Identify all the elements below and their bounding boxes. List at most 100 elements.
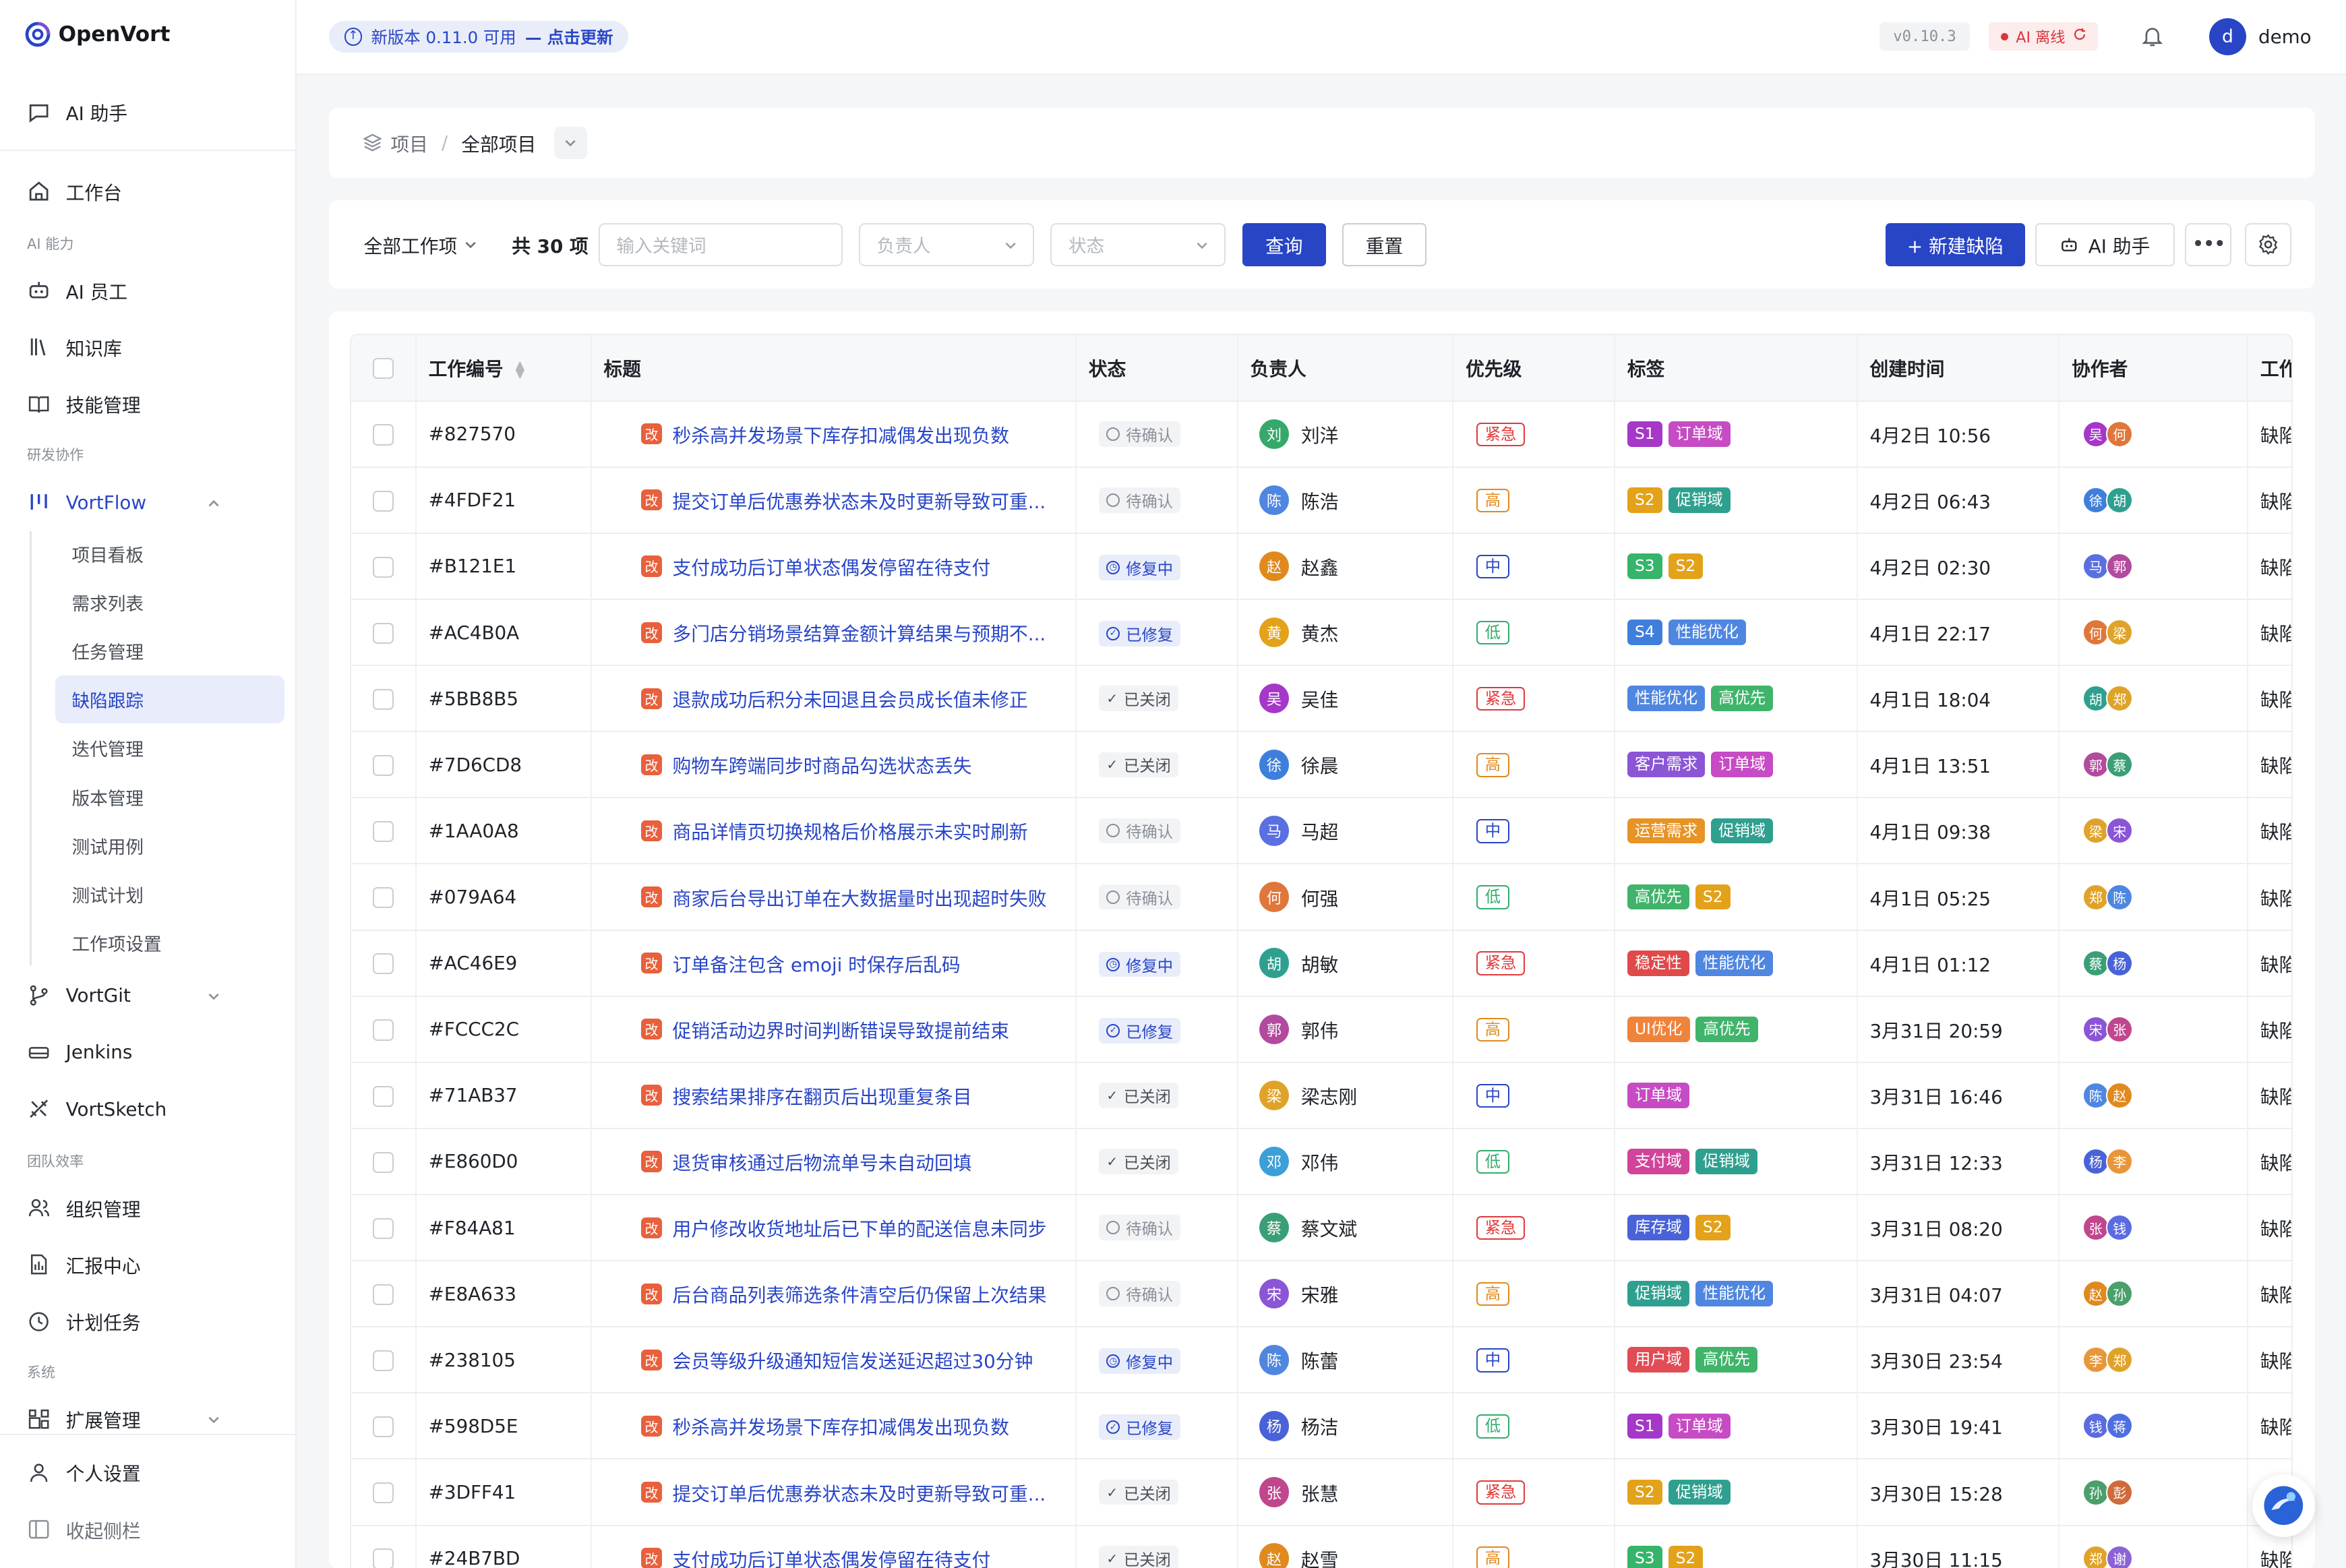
table-row[interactable]: #E860D0 改退货审核通过后物流单号未自动回填 ✓ 已关闭邓邓伟低支付域 促销域 3月… (351, 1128, 2292, 1196)
work-id[interactable]: #E8A633 (415, 1261, 591, 1328)
work-id[interactable]: #FCCC2C (415, 996, 591, 1063)
status-badge[interactable]: 待确认 (1099, 884, 1181, 910)
bug-title-link[interactable]: 搜索结果排序在翻页后出现重复条目 (673, 1082, 972, 1109)
update-link[interactable]: — 点击更新 (525, 25, 613, 49)
priority-badge[interactable]: 低 (1476, 1414, 1510, 1439)
priority-badge[interactable]: 中 (1476, 819, 1510, 843)
row-checkbox[interactable] (372, 1416, 394, 1438)
table-row[interactable]: #AC46E9 改订单备注包含 emoji 时保存后乱码 ◷ 修复中胡胡敏 紧急 稳定性性… (351, 930, 2292, 997)
scope-select[interactable]: 全部工作项 (363, 223, 478, 266)
row-checkbox[interactable] (372, 1019, 394, 1041)
status-badge[interactable]: ✓ 已关闭 (1099, 1479, 1178, 1505)
priority-badge[interactable]: 中 (1476, 1083, 1510, 1108)
priority-badge[interactable]: 低 (1476, 885, 1510, 909)
sidebar-subitem[interactable]: 工作项设置 (55, 919, 284, 967)
table-row[interactable]: #AC4B0A 改多门店分销场景结算金额计算结果与预期不... ✓ 已修复黄黄杰低 S4… (351, 599, 2292, 667)
work-id[interactable]: #7D6CD8 (415, 731, 591, 799)
table-row[interactable]: #F84A81 改用户修改收货地址后已下单的配送信息未同步 待确认蔡蔡文斌 紧急 库存域… (351, 1195, 2292, 1262)
sidebar-item-ai-staff[interactable]: AI 员工 (18, 265, 284, 315)
priority-badge[interactable]: 紧急 (1476, 1215, 1526, 1240)
settings-button[interactable] (2244, 222, 2291, 267)
status-badge[interactable]: 待确认 (1099, 487, 1181, 513)
sidebar-item-skills[interactable]: 技能管理 (18, 379, 284, 429)
table-row[interactable]: #4FDF21 改提交订单后优惠券状态未及时更新导致可重... 待确认陈陈浩高 S2 促… (351, 466, 2292, 534)
project-switch-dropdown[interactable] (553, 126, 587, 160)
work-id[interactable]: #F84A81 (415, 1195, 591, 1262)
update-banner[interactable]: ↑ 新版本 0.11.0 可用 — 点击更新 (329, 21, 628, 53)
sidebar-item-knowledge[interactable]: 知识库 (18, 322, 284, 372)
table-row[interactable]: #7D6CD8 改购物车跨端同步时商品勾选状态丢失 ✓ 已关闭徐徐晨高客户需求 订单域 4… (351, 731, 2292, 799)
sidebar-subitem[interactable]: 任务管理 (55, 627, 284, 675)
bug-title-link[interactable]: 多门店分销场景结算金额计算结果与预期不... (673, 619, 1046, 646)
row-checkbox[interactable] (372, 1151, 394, 1173)
breadcrumb-root[interactable]: 项目 (362, 129, 428, 156)
row-checkbox[interactable] (372, 1548, 394, 1568)
table-row[interactable]: #71AB37 改搜索结果排序在翻页后出现重复条目 ✓ 已关闭梁梁志刚中订单域 3月31… (351, 1062, 2292, 1129)
bug-title-link[interactable]: 提交订单后优惠券状态未及时更新导致可重... (673, 1479, 1046, 1506)
sidebar-subitem[interactable]: 测试计划 (55, 870, 284, 918)
bug-title-link[interactable]: 提交订单后优惠券状态未及时更新导致可重... (673, 487, 1046, 514)
table-row[interactable]: #1AA0A8 改商品详情页切换规格后价格展示未实时刷新 待确认马马超中运营需求 促销… (351, 797, 2292, 865)
sidebar-item-extensions[interactable]: 扩展管理 (18, 1393, 284, 1444)
work-id[interactable]: #AC46E9 (415, 930, 591, 997)
status-badge[interactable]: 待确认 (1099, 1281, 1181, 1307)
status-badge[interactable]: ✓ 已关闭 (1099, 1545, 1178, 1568)
floating-ai-button[interactable] (2252, 1474, 2316, 1537)
status-badge[interactable]: ✓ 已关闭 (1099, 1083, 1178, 1108)
priority-badge[interactable]: 高 (1476, 1017, 1510, 1042)
sidebar-item-ai-assistant[interactable]: AI 助手 (18, 87, 284, 138)
sidebar-item-jenkins[interactable]: Jenkins (18, 1027, 284, 1077)
row-checkbox[interactable] (372, 622, 394, 644)
work-id[interactable]: #5BB8B5 (415, 665, 591, 733)
sidebar-subitem[interactable]: 迭代管理 (55, 724, 284, 772)
bug-title-link[interactable]: 用户修改收货地址后已下单的配送信息未同步 (673, 1214, 1047, 1241)
table-row[interactable]: #FCCC2C 改促销活动边界时间判断错误导致提前结束 ✓ 已修复郭郭伟高 UI优化 高优… (351, 996, 2292, 1063)
row-checkbox[interactable] (372, 556, 394, 578)
status-badge[interactable]: ✓ 已修复 (1099, 1414, 1181, 1441)
ai-assistant-button[interactable]: AI 助手 (2035, 222, 2175, 267)
refresh-icon[interactable] (2073, 28, 2086, 45)
sidebar-item-personal[interactable]: 个人设置 (18, 1447, 284, 1498)
sidebar-item-schedule[interactable]: 计划任务 (18, 1296, 284, 1347)
priority-badge[interactable]: 高 (1476, 1546, 1510, 1568)
row-checkbox[interactable] (372, 1284, 394, 1305)
priority-badge[interactable]: 中 (1476, 1348, 1510, 1373)
status-select[interactable]: 状态 (1050, 222, 1226, 267)
priority-badge[interactable]: 紧急 (1476, 422, 1526, 447)
work-id[interactable]: #AC4B0A (415, 599, 591, 667)
sidebar-item-org[interactable]: 组织管理 (18, 1182, 284, 1233)
bug-title-link[interactable]: 退款成功后积分未回退且会员成长值未修正 (673, 685, 1028, 712)
work-id[interactable]: #827570 (415, 400, 591, 468)
work-id[interactable]: #1AA0A8 (415, 797, 591, 865)
row-checkbox[interactable] (372, 1217, 394, 1239)
bug-title-link[interactable]: 退货审核通过后物流单号未自动回填 (673, 1148, 972, 1175)
bug-title-link[interactable]: 订单备注包含 emoji 时保存后乱码 (673, 950, 961, 977)
table-row[interactable]: #3DFF41 改提交订单后优惠券状态未及时更新导致可重... ✓ 已关闭张张慧 紧急 S… (351, 1459, 2292, 1526)
bug-title-link[interactable]: 购物车跨端同步时商品勾选状态丢失 (673, 751, 972, 778)
bug-title-link[interactable]: 支付成功后订单状态偶发停留在待支付 (673, 553, 991, 580)
sidebar-subitem[interactable]: 需求列表 (55, 578, 284, 626)
status-badge[interactable]: ✓ 已关闭 (1099, 1149, 1178, 1174)
bug-title-link[interactable]: 支付成功后订单状态偶发停留在待支付 (673, 1545, 991, 1568)
priority-badge[interactable]: 紧急 (1476, 1480, 1526, 1505)
status-badge[interactable]: 待确认 (1099, 1215, 1181, 1240)
row-checkbox[interactable] (372, 1350, 394, 1372)
sidebar-item-reports[interactable]: 汇报中心 (18, 1239, 284, 1290)
sidebar-subitem[interactable]: 项目看板 (55, 530, 284, 578)
priority-badge[interactable]: 高 (1476, 1281, 1510, 1306)
query-button[interactable]: 查询 (1242, 222, 1326, 267)
row-checkbox[interactable] (372, 755, 394, 777)
priority-badge[interactable]: 紧急 (1476, 951, 1526, 975)
table-row[interactable]: #B121E1 改支付成功后订单状态偶发停留在待支付 ◷ 修复中赵赵鑫中 S3 S2 4月2… (351, 533, 2292, 601)
row-checkbox[interactable] (372, 424, 394, 446)
priority-badge[interactable]: 中 (1476, 554, 1510, 579)
user-menu[interactable]: d demo (2208, 18, 2312, 56)
priority-badge[interactable]: 低 (1476, 1149, 1510, 1174)
bug-title-link[interactable]: 秒杀高并发场景下库存扣减偶发出现负数 (673, 421, 1010, 448)
status-badge[interactable]: ◷ 修复中 (1099, 555, 1181, 580)
row-checkbox[interactable] (372, 490, 394, 512)
work-id[interactable]: #B121E1 (415, 533, 591, 601)
status-badge[interactable]: ✓ 已修复 (1099, 1017, 1181, 1044)
more-button[interactable]: ••• (2185, 222, 2231, 267)
assignee-select[interactable]: 负责人 (859, 222, 1034, 267)
